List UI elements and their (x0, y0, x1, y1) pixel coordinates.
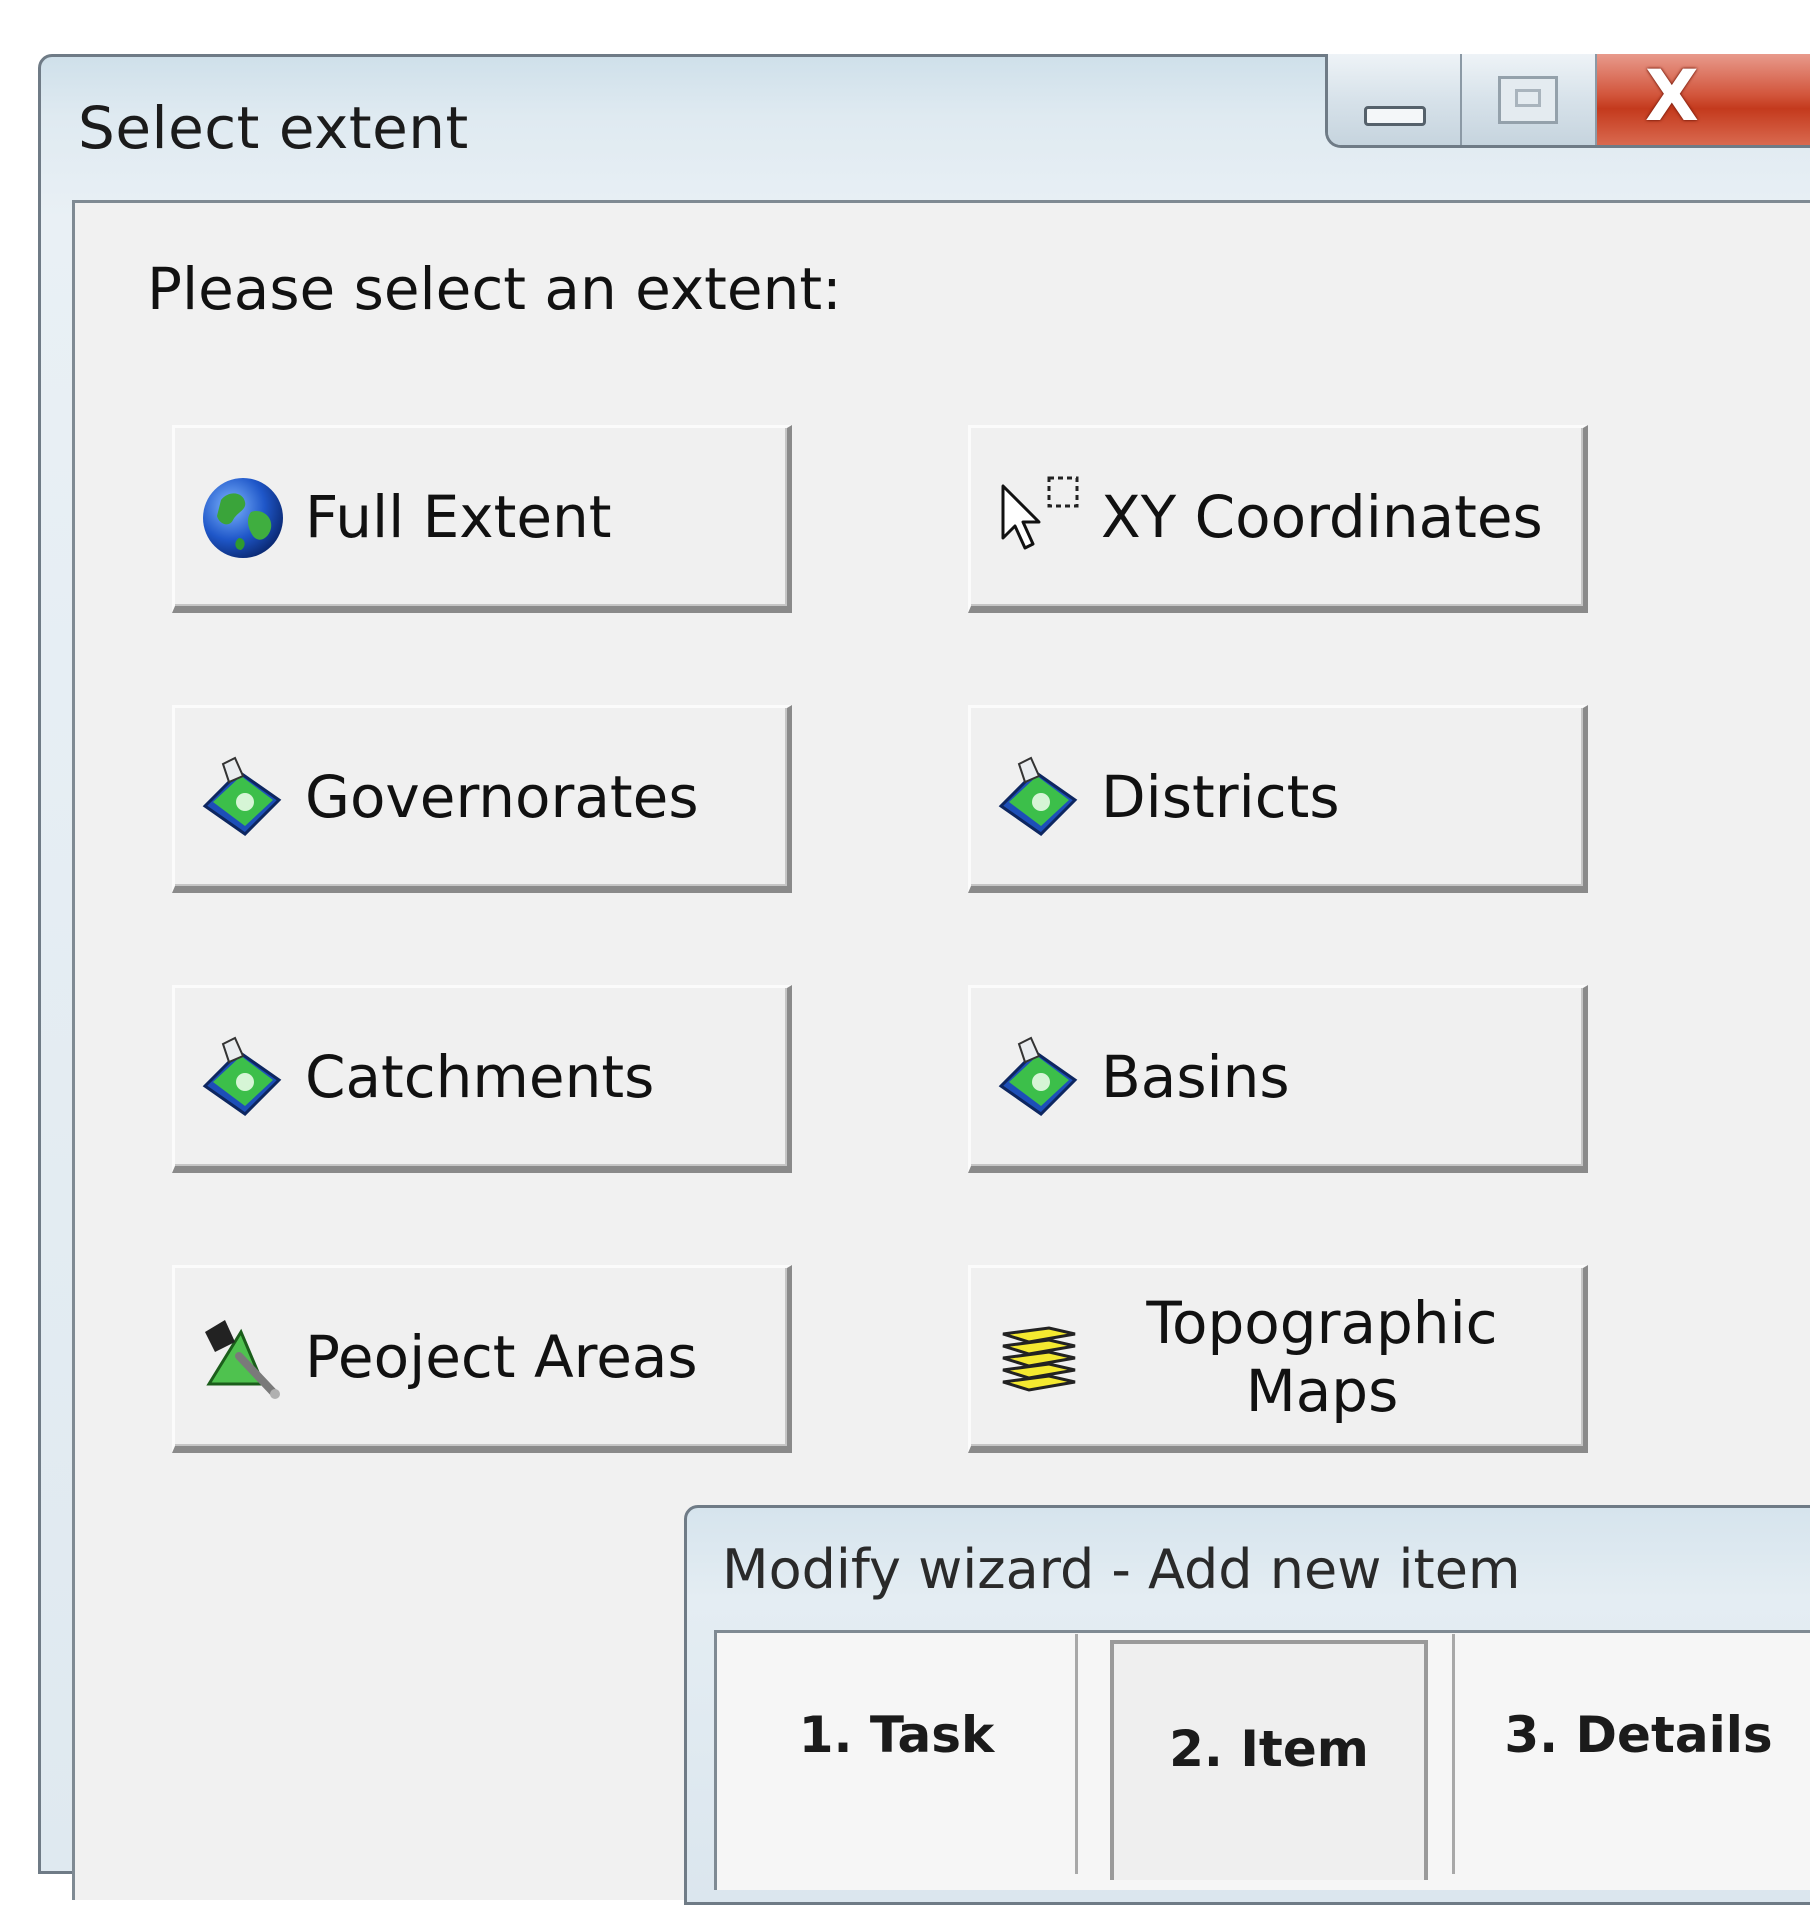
wizard-step-details-label: 3. Details (1504, 1706, 1773, 1764)
catchments-label: Catchments (305, 1043, 655, 1111)
wizard-step-item-label: 2. Item (1169, 1720, 1369, 1778)
districts-label: Districts (1101, 763, 1340, 831)
map-layer-icon (998, 1036, 1078, 1116)
globe-icon (203, 478, 283, 558)
governorates-button[interactable]: Governorates (172, 705, 792, 893)
full-extent-label: Full Extent (305, 483, 612, 551)
maximize-button[interactable] (1462, 54, 1597, 145)
topographic-maps-label-line1: Topographic (1146, 1289, 1498, 1357)
full-extent-button[interactable]: Full Extent (172, 425, 792, 613)
close-button[interactable]: X (1596, 54, 1810, 145)
wizard-step-item[interactable]: 2. Item (1110, 1640, 1428, 1880)
close-icon: X (1644, 55, 1699, 137)
districts-button[interactable]: Districts (968, 705, 1588, 893)
governorates-label: Governorates (305, 763, 699, 831)
project-areas-label: Peoject Areas (305, 1323, 698, 1391)
wizard-step-details[interactable]: 3. Details (1452, 1634, 1810, 1874)
topographic-maps-button[interactable]: Topographic Maps (968, 1265, 1588, 1453)
window-title: Select extent (78, 94, 469, 162)
xy-coordinates-button[interactable]: XY Coordinates (968, 425, 1588, 613)
catchments-button[interactable]: Catchments (172, 985, 792, 1173)
layers-stack-icon (1002, 1326, 1076, 1392)
topographic-maps-label-line2: Maps (1245, 1357, 1399, 1425)
minimize-button[interactable] (1328, 54, 1463, 145)
project-areas-button[interactable]: Peoject Areas (172, 1265, 792, 1453)
basins-label: Basins (1101, 1043, 1290, 1111)
area-edit-icon (205, 1320, 280, 1399)
topographic-maps-label: Topographic Maps (1081, 1289, 1563, 1425)
map-layer-icon (202, 756, 282, 836)
wizard-step-task[interactable]: 1. Task (718, 1634, 1078, 1874)
window-controls: X (1325, 54, 1810, 148)
xy-coordinates-label: XY Coordinates (1101, 483, 1543, 551)
wizard-title: Modify wizard - Add new item (722, 1538, 1521, 1601)
minimize-icon (1364, 106, 1426, 126)
wizard-step-task-label: 1. Task (798, 1706, 995, 1764)
prompt-label: Please select an extent: (147, 255, 842, 323)
maximize-icon (1498, 76, 1559, 124)
cursor-select-icon (1001, 476, 1079, 550)
basins-button[interactable]: Basins (968, 985, 1588, 1173)
map-layer-icon (202, 1036, 282, 1116)
map-layer-icon (998, 756, 1078, 836)
